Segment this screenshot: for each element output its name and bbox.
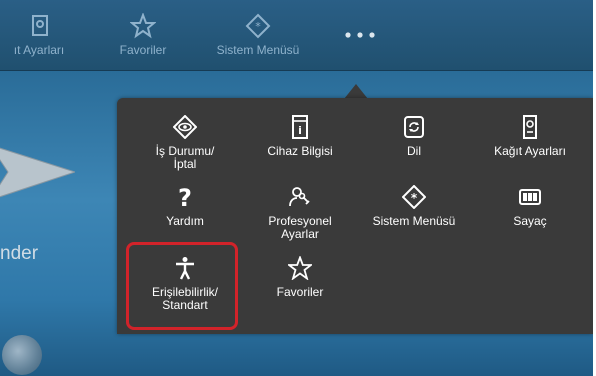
menu-item-favorites[interactable]: Favoriler xyxy=(244,255,356,299)
help-icon: ? xyxy=(172,184,198,210)
globe-graphic xyxy=(2,335,42,375)
arrow-graphic xyxy=(0,147,75,198)
menu-item-help[interactable]: ? Yardım xyxy=(129,184,241,228)
svg-text:i: i xyxy=(298,124,302,137)
topbar-system-menu-label: Sistem Menüsü xyxy=(216,43,300,57)
menu-item-system-menu[interactable]: * Sistem Menüsü xyxy=(358,184,470,228)
menu-item-label: Dil xyxy=(407,144,421,158)
menu-item-label: Cihaz Bilgisi xyxy=(267,144,333,158)
more-dots-icon[interactable] xyxy=(343,28,377,40)
svg-text:*: * xyxy=(411,191,418,205)
topbar-paper-settings[interactable]: ıt Ayarları xyxy=(0,0,78,70)
top-bar: ıt Ayarları Favoriler * Sistem Menüsü xyxy=(0,0,593,71)
menu-item-label: Yardım xyxy=(166,214,204,228)
eye-icon xyxy=(172,114,198,140)
menu-item-label: Kağıt Ayarları xyxy=(494,144,566,158)
menu-item-label: Favoriler xyxy=(276,285,324,299)
device-screen: ıt Ayarları Favoriler * Sistem Menüsü nd… xyxy=(0,0,593,376)
svg-text:?: ? xyxy=(178,185,192,209)
topbar-paper-settings-label: ıt Ayarları xyxy=(13,43,65,57)
star-icon xyxy=(287,255,313,281)
menu-item-label: Sistem Menüsü xyxy=(372,214,456,228)
professional-settings-icon xyxy=(287,184,313,210)
menu-item-label: İş Durumu/ İptal xyxy=(155,144,215,171)
language-icon xyxy=(401,114,427,140)
popup-pointer xyxy=(344,84,368,99)
topbar-favorites[interactable]: Favoriler xyxy=(105,0,181,70)
topbar-system-menu[interactable]: * Sistem Menüsü xyxy=(202,0,314,70)
highlight-box xyxy=(126,242,238,330)
menu-item-label: Sayaç xyxy=(513,214,547,228)
system-menu-icon: * xyxy=(401,184,427,210)
menu-item-label: Profesyonel Ayarlar xyxy=(268,214,332,241)
menu-item-professional-settings[interactable]: Profesyonel Ayarlar xyxy=(244,184,356,241)
menu-item-device-info[interactable]: i Cihaz Bilgisi xyxy=(244,114,356,158)
topbar-favorites-label: Favoriler xyxy=(119,43,167,57)
background-text: nder xyxy=(0,243,39,264)
paper-settings-icon xyxy=(26,13,52,39)
menu-item-paper-settings[interactable]: Kağıt Ayarları xyxy=(471,114,589,158)
system-menu-icon: * xyxy=(245,13,271,39)
menu-item-counter[interactable]: Sayaç xyxy=(471,184,589,228)
device-info-icon: i xyxy=(287,114,313,140)
counter-icon xyxy=(517,184,543,210)
menu-item-job-status[interactable]: İş Durumu/ İptal xyxy=(129,114,241,171)
paper-settings-icon xyxy=(517,114,543,140)
star-icon xyxy=(129,12,157,39)
svg-text:*: * xyxy=(255,20,261,33)
menu-item-language[interactable]: Dil xyxy=(358,114,470,158)
